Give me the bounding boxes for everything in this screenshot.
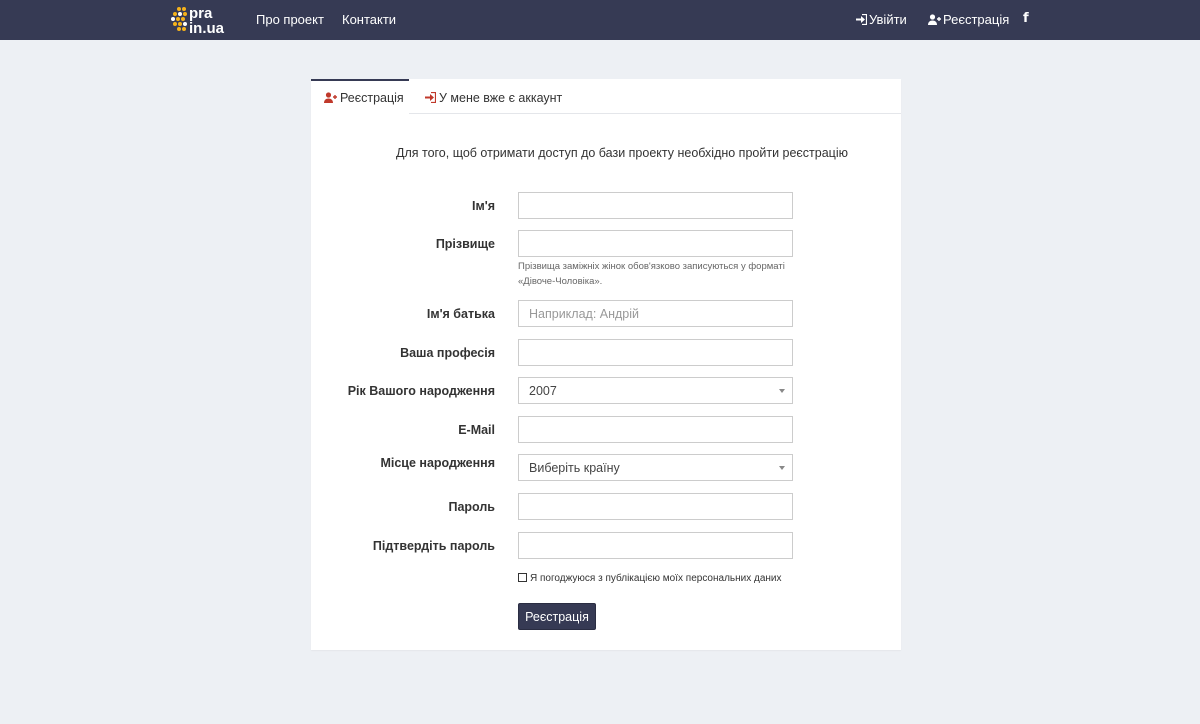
nav-link-contacts[interactable]: Контакти: [342, 12, 396, 27]
top-navbar: pra in.ua Про проект Контакти Увійти Реє…: [0, 0, 1200, 40]
register-submit-button[interactable]: Реєстрація: [518, 603, 596, 630]
facebook-icon[interactable]: f: [1023, 11, 1029, 26]
agree-checkbox[interactable]: [518, 573, 527, 582]
tab-login[interactable]: У мене вже є аккаунт: [425, 79, 562, 114]
sign-in-icon: [425, 91, 437, 106]
birthplace-select[interactable]: Виберіть країну: [518, 454, 793, 481]
patronymic-input[interactable]: [518, 300, 793, 327]
last-name-label: Прізвище: [435, 237, 495, 251]
logo-text-bottom: in.ua: [189, 20, 225, 36]
logo-graphic: pra in.ua: [171, 5, 225, 36]
site-logo[interactable]: pra in.ua: [170, 4, 236, 36]
profession-input[interactable]: [518, 339, 793, 366]
email-input[interactable]: [518, 416, 793, 443]
password-input[interactable]: [518, 493, 793, 520]
tab-bar: Реєстрація У мене вже є аккаунт: [311, 79, 901, 115]
user-plus-icon: [928, 13, 941, 28]
first-name-label: Ім'я: [472, 199, 495, 213]
birth-year-label: Рік Вашого народження: [347, 384, 495, 398]
sign-in-icon: [856, 13, 868, 28]
nav-login-label: Увійти: [869, 12, 907, 27]
agree-row: Я погоджуюся з публікацією моїх персонал…: [518, 573, 782, 584]
registration-panel: Реєстрація У мене вже є аккаунт Для того…: [311, 79, 901, 650]
nav-link-about[interactable]: Про проект: [256, 12, 324, 27]
birth-year-value: 2007: [529, 384, 557, 398]
user-plus-icon: [324, 92, 337, 106]
nav-register-label: Реєстрація: [943, 12, 1010, 27]
tab-login-label: У мене вже є аккаунт: [439, 91, 563, 105]
nav-login-link[interactable]: Увійти: [856, 12, 907, 28]
patronymic-label: Ім'я батька: [426, 307, 495, 321]
tab-register[interactable]: Реєстрація: [311, 79, 409, 115]
confirm-password-label: Підтвердіть пароль: [372, 539, 495, 553]
first-name-input[interactable]: [518, 192, 793, 219]
nav-register-link[interactable]: Реєстрація: [928, 12, 1009, 28]
tab-register-label: Реєстрація: [340, 91, 404, 105]
birthplace-value: Виберіть країну: [529, 461, 620, 475]
last-name-help-text: Прізвища заміжніх жінок обов'язково запи…: [518, 261, 785, 287]
birthplace-label: Місце народження: [380, 456, 495, 470]
email-label: E-Mail: [458, 423, 495, 437]
password-label: Пароль: [448, 500, 495, 514]
birth-year-select[interactable]: 2007: [518, 377, 793, 404]
last-name-input[interactable]: [518, 230, 793, 257]
confirm-password-input[interactable]: [518, 532, 793, 559]
intro-text: Для того, щоб отримати доступ до бази пр…: [395, 146, 848, 160]
chevron-down-icon: [779, 466, 785, 470]
profession-label: Ваша професія: [400, 346, 495, 360]
agree-label[interactable]: Я погоджуюся з публікацією моїх персонал…: [530, 573, 782, 584]
chevron-down-icon: [779, 389, 785, 393]
